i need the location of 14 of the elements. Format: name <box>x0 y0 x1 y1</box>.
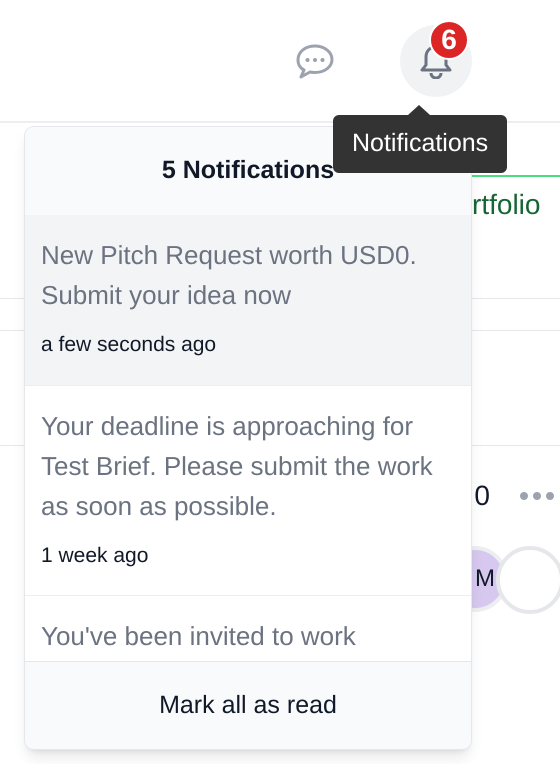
notification-item[interactable]: New Pitch Request worth USD0. Submit your idea now a few seconds ago <box>25 215 471 386</box>
mark-all-read-button[interactable]: Mark all as read <box>159 686 337 724</box>
notification-item[interactable]: Your deadline is approaching for Test Brief. Please submit the work as soon as possible. 1 week ago <box>25 386 471 596</box>
popup-title: 5 Notifications <box>162 155 334 186</box>
tab-label[interactable]: rtfolio <box>472 184 540 226</box>
notification-item[interactable]: You've been invited to work <box>25 596 471 661</box>
tooltip: Notifications <box>333 115 508 173</box>
notification-time: 1 week ago <box>41 542 150 568</box>
notification-time: a few seconds ago <box>41 332 218 358</box>
notification-text: Your deadline is approaching for Test Brief. Please submit the work as soon as possible. <box>41 410 433 522</box>
notification-text: You've been invited to work <box>41 620 357 653</box>
notification-count-badge: 6 <box>429 20 469 60</box>
value-text: 0 <box>474 479 490 513</box>
notification-text: New Pitch Request worth USD0. Submit your idea now <box>41 239 418 312</box>
